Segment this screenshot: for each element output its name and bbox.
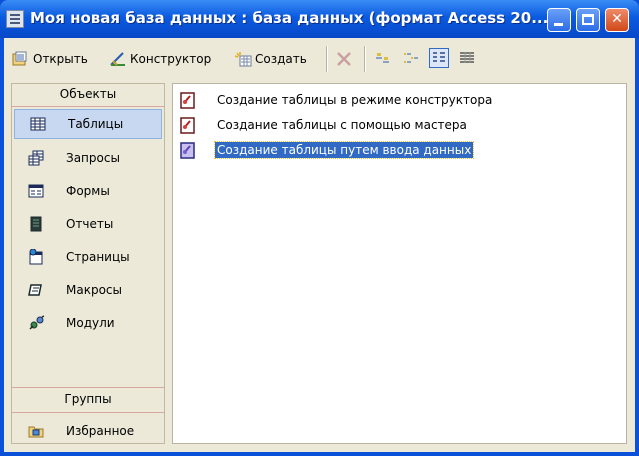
groups-header[interactable]: Группы	[12, 387, 164, 413]
module-icon	[28, 314, 46, 331]
details-view-button[interactable]	[457, 48, 477, 68]
group-favorites-label: Избранное	[66, 423, 135, 438]
query-icon	[28, 150, 46, 166]
design-icon	[109, 51, 127, 67]
open-icon	[12, 51, 30, 67]
window-client-area: Открыть Конструктор Создать Объекты Табл…	[4, 38, 635, 452]
table-icon	[30, 116, 48, 132]
close-icon: ✕	[611, 11, 623, 27]
object-queries[interactable]: Запросы	[12, 141, 164, 174]
object-forms-label: Формы	[66, 183, 110, 198]
create-button-label: Создать	[255, 52, 307, 66]
details-view-icon	[460, 52, 474, 63]
object-pages[interactable]: Страницы	[12, 240, 164, 273]
object-macros[interactable]: Макросы	[12, 273, 164, 306]
list-item-create-datasheet[interactable]: Создание таблицы путем ввода данных	[179, 140, 475, 160]
list-item-label: Создание таблицы путем ввода данных	[213, 141, 475, 159]
shortcut-wizard-icon	[179, 117, 197, 134]
object-modules[interactable]: Модули	[12, 306, 164, 339]
create-button[interactable]: Создать	[234, 49, 307, 69]
macro-icon	[28, 282, 46, 298]
toolbar-separator	[364, 46, 366, 72]
open-button[interactable]: Открыть	[12, 49, 88, 69]
form-icon	[28, 183, 46, 199]
list-item-label: Создание таблицы в режиме конструктора	[217, 93, 493, 107]
object-macros-label: Макросы	[66, 282, 122, 297]
report-icon	[28, 216, 46, 232]
toolbar-separator	[326, 46, 328, 72]
object-forms[interactable]: Формы	[12, 174, 164, 207]
database-window: Моя новая база данных : база данных (фор…	[0, 0, 639, 456]
close-button[interactable]: ✕	[605, 8, 629, 32]
maximize-icon	[582, 14, 594, 25]
toolbar: Открыть Конструктор Создать	[4, 38, 635, 80]
object-queries-label: Запросы	[66, 150, 120, 165]
title-bar[interactable]: Моя новая база данных : база данных (фор…	[0, 0, 639, 38]
favorites-folder-icon	[28, 423, 46, 439]
object-list: Создание таблицы в режиме конструктора С…	[172, 83, 627, 444]
small-icons-view-icon	[404, 53, 418, 63]
group-favorites[interactable]: Избранное	[12, 414, 164, 447]
delete-button[interactable]	[335, 49, 353, 69]
database-icon[interactable]	[6, 10, 24, 28]
shortcut-datasheet-icon	[179, 142, 197, 159]
design-button[interactable]: Конструктор	[109, 49, 211, 69]
list-view-button[interactable]	[429, 48, 449, 68]
design-button-label: Конструктор	[130, 52, 212, 66]
new-icon	[234, 51, 252, 67]
maximize-button[interactable]	[576, 8, 600, 32]
object-pages-label: Страницы	[66, 249, 130, 264]
small-icons-view-button[interactable]	[401, 48, 421, 68]
large-icons-view-icon	[376, 53, 389, 63]
large-icons-view-button[interactable]	[373, 48, 393, 68]
shortcut-design-icon	[179, 92, 197, 109]
minimize-icon	[554, 23, 563, 26]
objects-bar: Объекты Таблицы Запросы Формы Отчеты Стр…	[11, 83, 165, 444]
list-item-create-wizard[interactable]: Создание таблицы с помощью мастера	[179, 115, 469, 135]
objects-header[interactable]: Объекты	[12, 84, 164, 107]
object-tables[interactable]: Таблицы	[14, 109, 162, 139]
list-item-label: Создание таблицы с помощью мастера	[217, 118, 467, 132]
minimize-button[interactable]	[547, 8, 571, 32]
list-view-icon	[433, 52, 445, 62]
object-modules-label: Модули	[66, 315, 115, 330]
page-icon	[28, 248, 46, 265]
list-item-create-design[interactable]: Создание таблицы в режиме конструктора	[179, 90, 494, 110]
object-reports-label: Отчеты	[66, 216, 114, 231]
window-title: Моя новая база данных : база данных (фор…	[30, 9, 549, 27]
open-button-label: Открыть	[33, 52, 88, 66]
object-reports[interactable]: Отчеты	[12, 207, 164, 240]
delete-icon	[335, 51, 353, 67]
object-tables-label: Таблицы	[68, 117, 124, 131]
